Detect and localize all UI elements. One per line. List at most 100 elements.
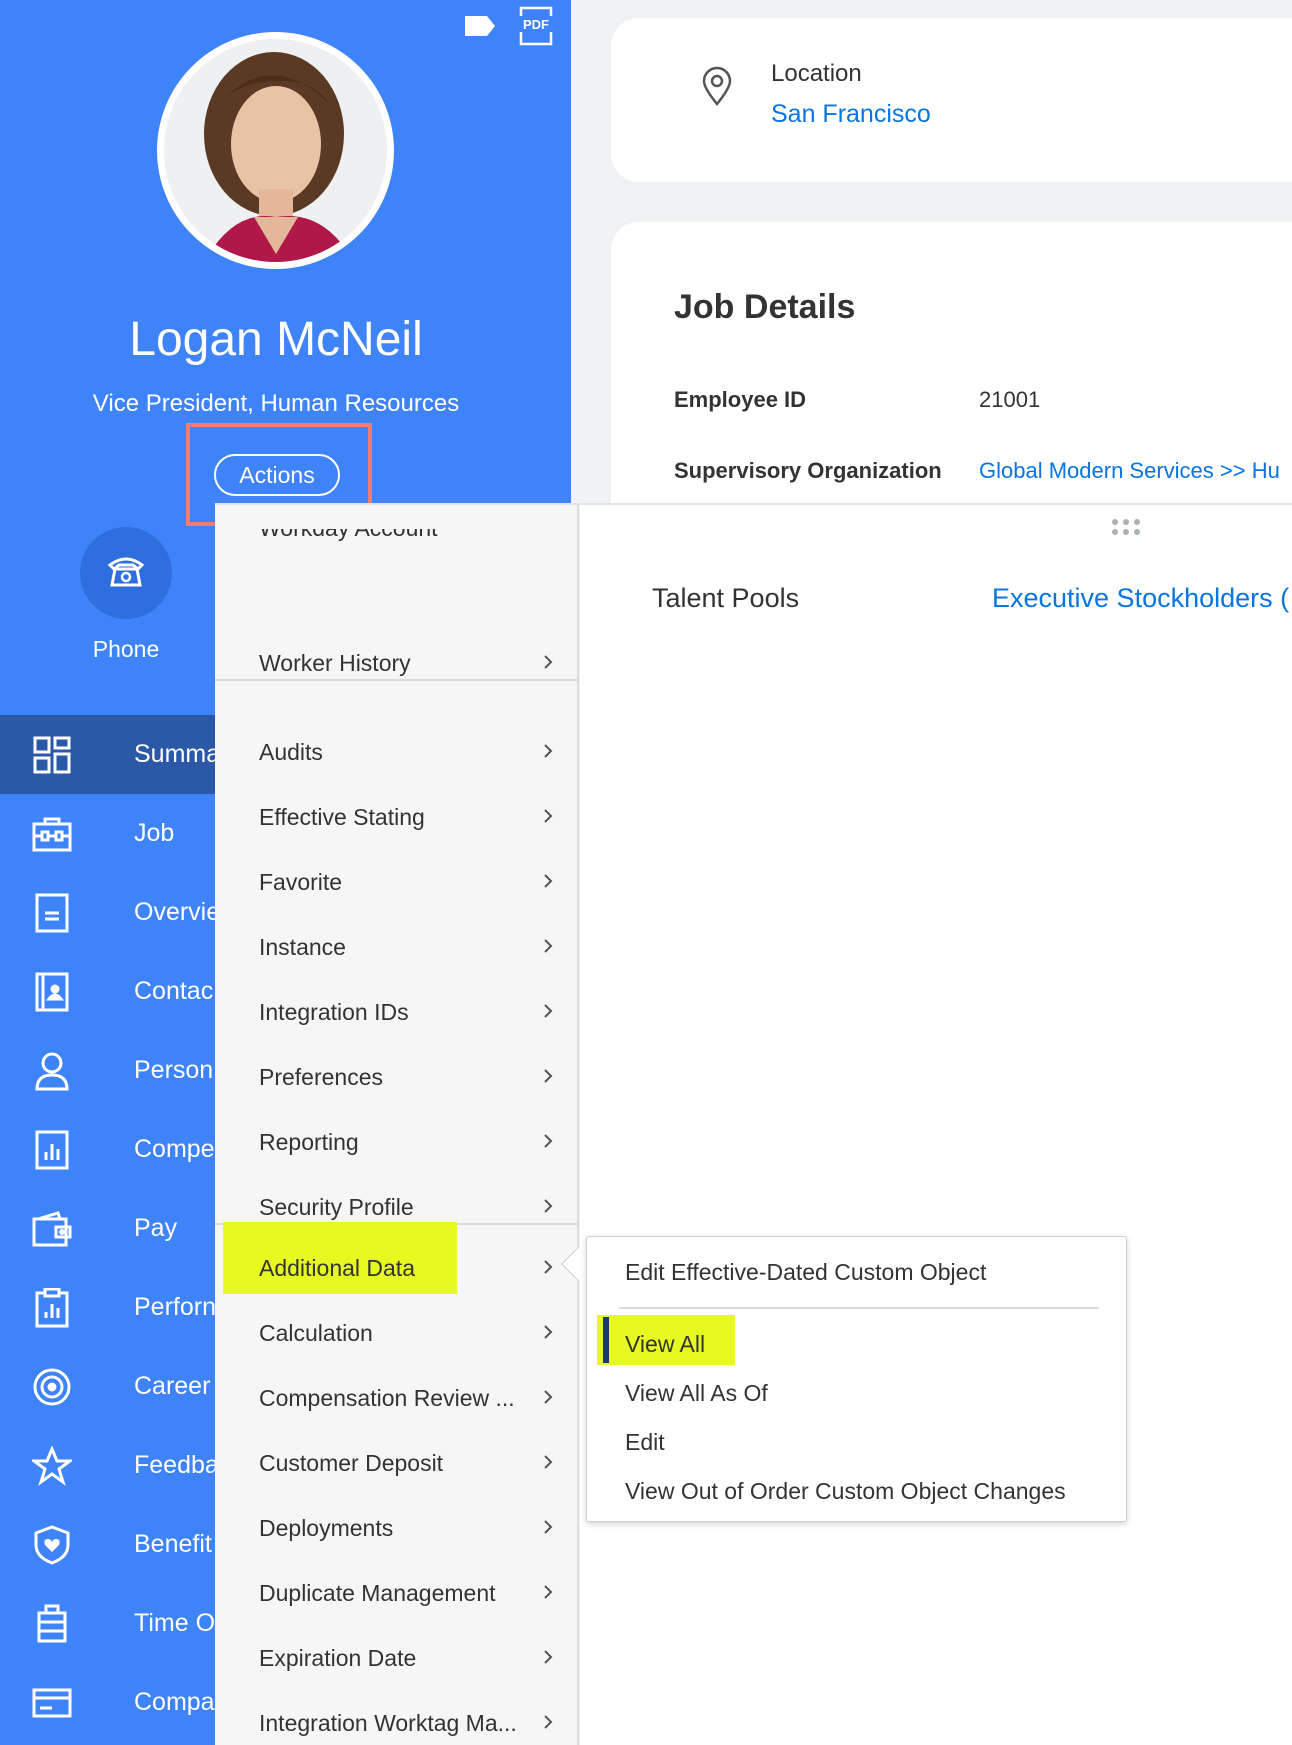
menu-item-label: Compensation Review ... — [259, 1384, 515, 1411]
sidebar-item-label: Career — [134, 1372, 211, 1400]
menu-item-label: Integration Worktag Ma... — [259, 1709, 517, 1736]
menu-item-instance[interactable]: Instance — [215, 918, 577, 976]
performance-clipboard-icon — [30, 1286, 74, 1330]
header-toolbar: PDF — [463, 6, 553, 46]
supervisory-org-label: Supervisory Organization — [674, 458, 942, 483]
compensation-chart-icon — [30, 1128, 74, 1172]
menu-item-compensation-review[interactable]: Compensation Review ... — [215, 1369, 577, 1427]
menu-item-effective-stating[interactable]: Effective Stating — [215, 788, 577, 846]
view-all-focus-bar — [603, 1317, 609, 1363]
document-icon — [30, 891, 74, 935]
drag-handle-icon[interactable] — [1110, 517, 1142, 542]
employee-id-label: Employee ID — [674, 387, 807, 412]
actions-button[interactable]: Actions — [214, 454, 340, 496]
target-icon — [30, 1365, 74, 1409]
menu-item-label: Security Profile — [259, 1193, 414, 1220]
menu-item-customer-deposit[interactable]: Customer Deposit — [215, 1434, 577, 1492]
sidebar-item-label: Compa — [134, 1688, 215, 1716]
sidebar-item-label: Benefit — [134, 1530, 212, 1558]
menu-item-label: Preferences — [259, 1063, 384, 1090]
menu-item-duplicate-management[interactable]: Duplicate Management — [215, 1564, 577, 1622]
menu-item-calculation[interactable]: Calculation — [215, 1304, 577, 1362]
submenu-item-edit[interactable]: Edit — [625, 1429, 665, 1456]
chevron-right-icon — [543, 1389, 553, 1410]
menu-item-additional-data[interactable]: Additional Data — [215, 1239, 577, 1297]
menu-divider — [215, 679, 577, 681]
sidebar-item-label: Summa — [134, 740, 221, 768]
employee-id-value: 21001 — [979, 387, 1041, 412]
submenu-divider — [619, 1307, 1099, 1309]
menu-item-workday-account[interactable]: Workday Account — [215, 529, 577, 569]
menu-item-reporting[interactable]: Reporting — [215, 1113, 577, 1171]
chevron-right-icon — [543, 1198, 553, 1219]
summary-grid-icon — [30, 733, 74, 777]
chevron-right-icon — [543, 938, 553, 959]
phone-icon — [106, 553, 146, 594]
sidebar-item-label: Job — [134, 819, 175, 847]
menu-item-worker-history[interactable]: Worker History — [215, 634, 577, 692]
menu-item-preferences[interactable]: Preferences — [215, 1048, 577, 1106]
menu-item-label: Calculation — [259, 1319, 373, 1346]
wallet-icon — [30, 1207, 74, 1251]
menu-item-label: Reporting — [259, 1128, 359, 1155]
chevron-right-icon — [543, 1324, 553, 1345]
submenu-item-edit-custom-object[interactable]: Edit Effective-Dated Custom Object — [625, 1259, 986, 1286]
submenu-item-view-out-of-order[interactable]: View Out of Order Custom Object Changes — [625, 1478, 1066, 1505]
location-card: Location San Francisco — [611, 18, 1292, 182]
submenu-item-view-all[interactable]: View All — [625, 1331, 705, 1358]
star-icon — [30, 1444, 74, 1488]
menu-item-audits[interactable]: Audits — [215, 723, 577, 781]
phone-label: Phone — [92, 636, 160, 662]
submenu-item-view-all-as-of[interactable]: View All As Of — [625, 1380, 768, 1407]
card-icon — [30, 1681, 74, 1725]
location-label: Location — [771, 60, 862, 87]
sidebar-item-label: Contac — [134, 977, 214, 1005]
sidebar-item-label: Person — [134, 1056, 214, 1084]
sidebar-item-label: Compe — [134, 1135, 215, 1163]
chevron-right-icon — [543, 808, 553, 829]
chevron-right-icon — [543, 1519, 553, 1540]
menu-item-label: Customer Deposit — [259, 1449, 444, 1476]
chevron-right-icon — [543, 654, 553, 675]
pdf-icon[interactable]: PDF — [519, 6, 553, 46]
contact-card-icon — [30, 970, 74, 1014]
actions-menu: Workday Account Worker History Audits Ef… — [215, 503, 579, 1745]
sidebar-item-label: Overvie — [134, 898, 221, 926]
svg-text:PDF: PDF — [523, 17, 549, 32]
menu-item-expiration-date[interactable]: Expiration Date — [215, 1629, 577, 1687]
luggage-icon — [30, 1602, 74, 1646]
chevron-right-icon — [543, 873, 553, 894]
supervisory-org-link[interactable]: Global Modern Services >> Hu — [979, 458, 1280, 484]
job-details-title: Job Details — [674, 288, 856, 326]
profile-title: Vice President, Human Resources — [92, 390, 460, 417]
talent-section: Talent Pools Executive Stockholders ( — [580, 503, 1292, 1745]
location-pin-icon — [701, 66, 733, 111]
menu-item-favorite[interactable]: Favorite — [215, 853, 577, 911]
talent-pools-label: Talent Pools — [652, 583, 800, 613]
chevron-right-icon — [543, 1068, 553, 1089]
location-link[interactable]: San Francisco — [771, 100, 931, 129]
talent-pools-link[interactable]: Executive Stockholders ( — [992, 583, 1289, 614]
chevron-right-icon — [543, 743, 553, 764]
menu-item-label: Integration IDs — [259, 998, 409, 1025]
menu-item-label: Additional Data — [259, 1254, 415, 1281]
menu-item-deployments[interactable]: Deployments — [215, 1499, 577, 1557]
sidebar-item-label: Pay — [134, 1214, 178, 1242]
tag-icon[interactable] — [463, 14, 497, 38]
profile-name: Logan McNeil — [129, 313, 423, 366]
menu-item-label: Effective Stating — [259, 803, 425, 830]
briefcase-icon — [30, 812, 74, 856]
phone-button[interactable] — [80, 527, 172, 619]
avatar-photo — [164, 39, 387, 262]
chevron-right-icon — [543, 1454, 553, 1475]
additional-data-submenu: Edit Effective-Dated Custom Object View … — [586, 1236, 1127, 1522]
menu-item-label: Favorite — [259, 868, 343, 895]
menu-item-label: Instance — [259, 933, 346, 960]
menu-item-label: Worker History — [259, 649, 411, 676]
menu-item-integration-worktag[interactable]: Integration Worktag Ma... — [215, 1694, 577, 1745]
chevron-right-icon — [543, 1649, 553, 1670]
sidebar-item-label: Time O — [134, 1609, 216, 1637]
shield-heart-icon — [30, 1523, 74, 1567]
menu-item-integration-ids[interactable]: Integration IDs — [215, 983, 577, 1041]
sidebar-item-label: Feedba — [134, 1451, 219, 1479]
